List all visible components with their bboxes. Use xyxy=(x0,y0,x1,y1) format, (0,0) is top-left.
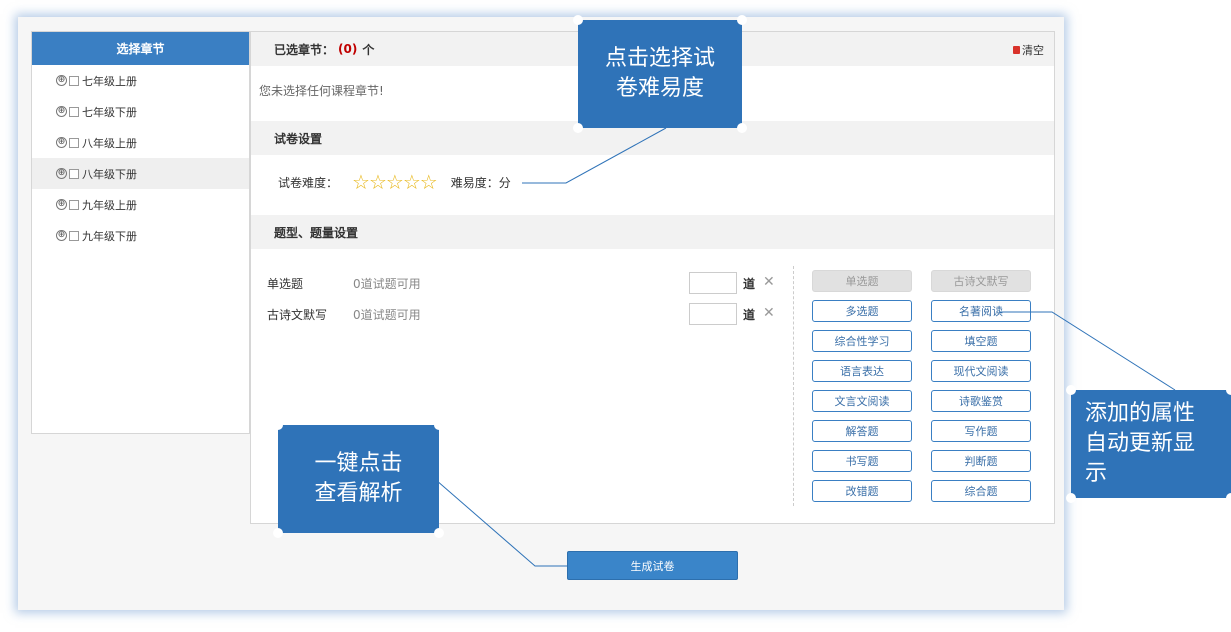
one-click-callout: 一键点击 查看解析 xyxy=(278,425,439,533)
difficulty-callout: 点击选择试 卷难易度 xyxy=(578,20,742,128)
difficulty-callout-line-1: 点击选择试 xyxy=(604,46,715,71)
difficulty-callout-line-2: 卷难易度 xyxy=(615,76,704,101)
one-click-callout-line-2: 查看解析 xyxy=(314,481,403,506)
one-click-leader-line xyxy=(435,479,567,567)
one-click-callout-line-1: 一键点击 xyxy=(314,451,403,476)
attributes-leader-line xyxy=(1000,311,1176,391)
attributes-callout-line-1: 添加的属性 xyxy=(1085,401,1196,426)
attributes-callout: 添加的属性 自动更新显 示 xyxy=(1071,390,1231,498)
difficulty-leader-line xyxy=(522,127,667,184)
attributes-callout-line-2: 自动更新显 xyxy=(1085,431,1196,456)
attributes-callout-line-3: 示 xyxy=(1085,461,1108,486)
